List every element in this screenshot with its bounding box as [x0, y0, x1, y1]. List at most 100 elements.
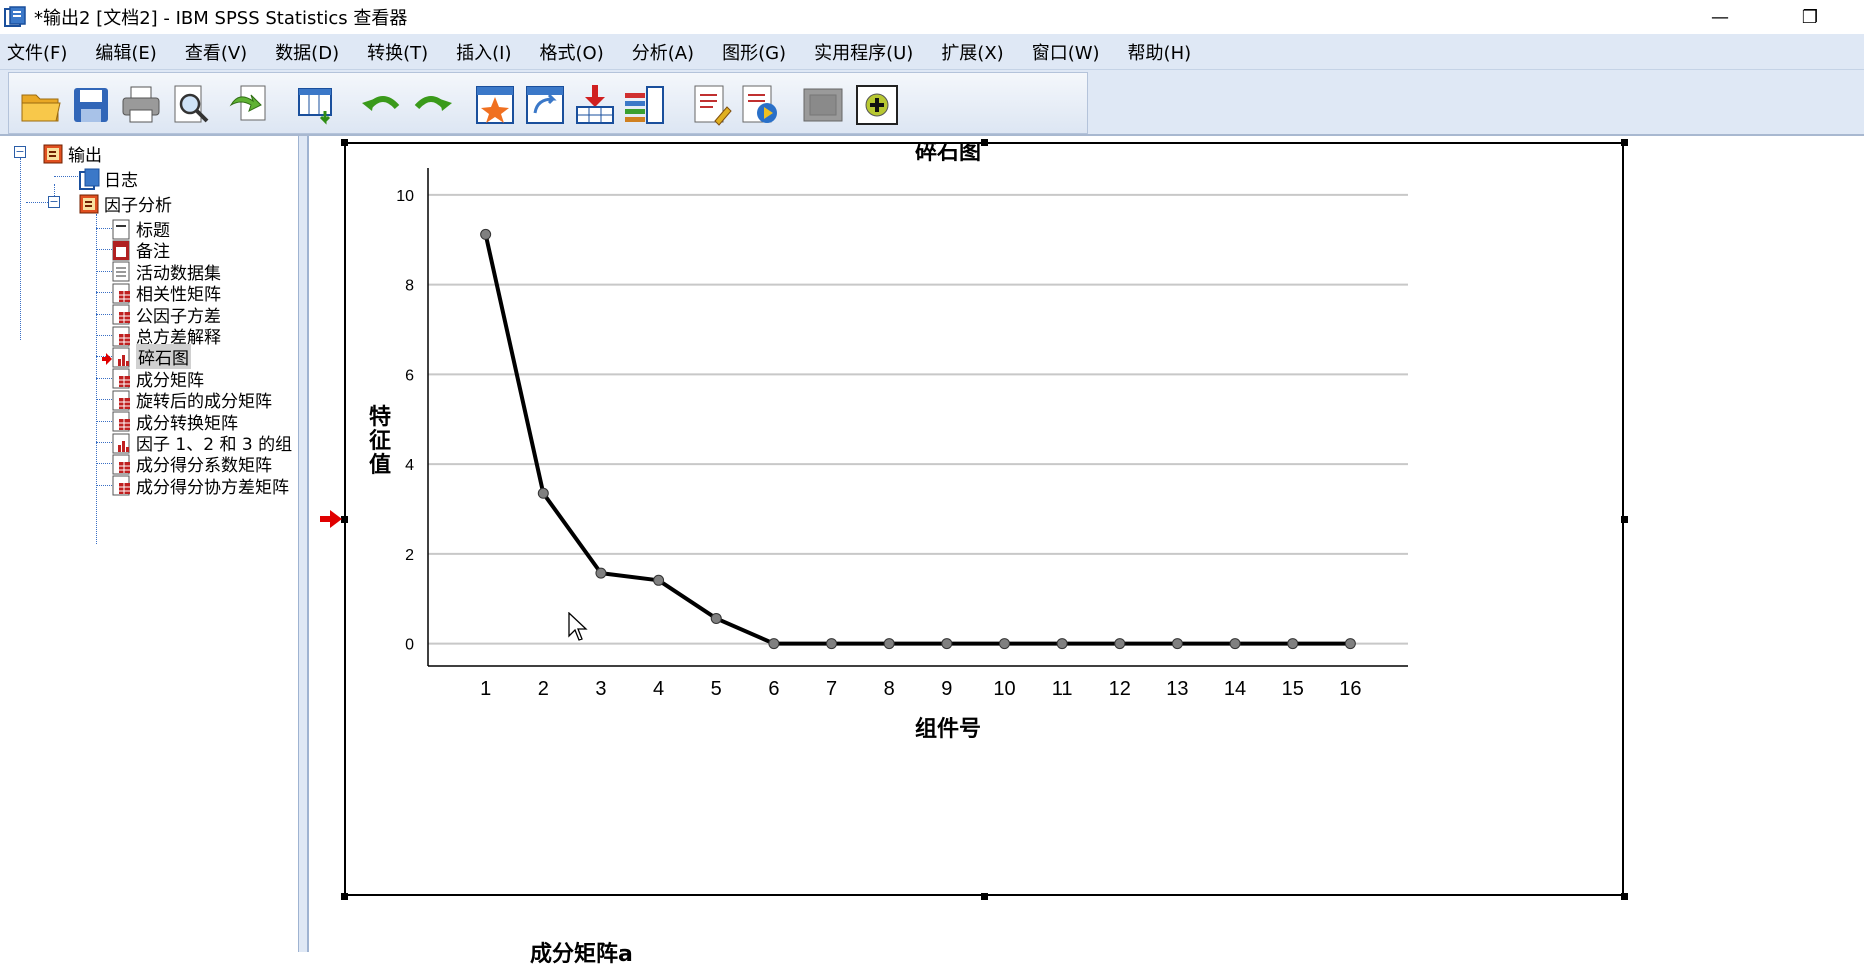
menu-item-3[interactable]: 数据(D)	[268, 39, 350, 65]
output-book-icon	[42, 143, 64, 165]
data-point	[998, 638, 1010, 650]
resize-handle[interactable]	[1621, 516, 1628, 523]
chart-item-icon	[110, 432, 132, 454]
outline-pane[interactable]: − − 输出 日志 因子分析 标题 备注 活动数据集 相关性矩阵 公因子方差 总方差解释碎…	[0, 136, 300, 952]
y-tick-label: 8	[405, 278, 414, 295]
redo-icon[interactable]	[411, 83, 455, 127]
resize-handle[interactable]	[341, 139, 348, 146]
notes-item-icon	[110, 239, 132, 261]
group-book-icon	[78, 193, 100, 215]
goto-case-icon[interactable]	[473, 83, 517, 127]
table-item-icon	[110, 474, 132, 496]
menu-item-12[interactable]: 帮助(H)	[1121, 39, 1203, 65]
x-tick-label: 4	[653, 678, 664, 700]
data-point	[1056, 638, 1068, 650]
log-icon	[78, 168, 100, 190]
menu-bar: 文件(F) 编辑(E) 查看(V) 数据(D) 转换(T) 插入(I) 格式(O) 分析(A)…	[0, 34, 1864, 70]
data-point	[480, 228, 492, 240]
x-tick-label: 14	[1224, 678, 1246, 700]
menu-item-1[interactable]: 编辑(E)	[88, 39, 167, 65]
menu-item-4[interactable]: 转换(T)	[360, 39, 439, 65]
restore-button[interactable]: ❐	[1780, 0, 1840, 34]
next-table-title: 成分矩阵a	[530, 942, 633, 967]
chart-frame[interactable]: 碎石图 0 2 4 6 8 10 1 2 3 4 5 6 7 8 9 10 11 12 13 14 15 16 组件号特征值	[344, 142, 1624, 896]
collapse-root-icon[interactable]: −	[14, 146, 26, 158]
resize-handle[interactable]	[981, 139, 988, 146]
menu-item-11[interactable]: 窗口(W)	[1025, 39, 1111, 65]
x-tick-label: 2	[538, 678, 549, 700]
series-line	[483, 233, 1351, 646]
print-preview-icon[interactable]	[169, 83, 213, 127]
x-tick-label: 13	[1166, 678, 1188, 700]
tree-item-12[interactable]: 成分得分协方差矩阵	[110, 473, 289, 498]
resize-handle[interactable]	[1621, 893, 1628, 900]
spss-app-icon	[4, 6, 26, 28]
data-point	[1114, 638, 1126, 650]
hide-icon[interactable]	[801, 83, 845, 127]
data-point	[883, 638, 895, 650]
data-point	[595, 567, 607, 579]
data-point	[768, 638, 780, 650]
table-item-icon	[110, 303, 132, 325]
insert-cases-icon[interactable]	[573, 83, 617, 127]
undo-icon[interactable]	[359, 83, 403, 127]
goto-variable-icon[interactable]	[523, 83, 567, 127]
y-tick-label: 10	[396, 188, 414, 205]
table-item-icon	[110, 325, 132, 347]
table-item-icon	[110, 410, 132, 432]
menu-item-6[interactable]: 格式(O)	[533, 39, 615, 65]
tree-item-log[interactable]: 日志	[78, 166, 138, 191]
table-item-icon	[110, 282, 132, 304]
menu-item-7[interactable]: 分析(A)	[625, 39, 705, 65]
insert-text-icon[interactable]	[689, 83, 733, 127]
export-icon[interactable]	[227, 83, 271, 127]
table-item-icon	[110, 389, 132, 411]
y-tick-label: 4	[405, 457, 414, 474]
data-point	[1344, 638, 1356, 650]
title-item-icon	[110, 218, 132, 240]
y-tick-label: 6	[405, 367, 414, 384]
variables-icon[interactable]	[623, 83, 667, 127]
scree-plot: 碎石图02468101 2 3 4 5 6 7 8 9 10 11 12 13 14 15 16组件号特征值	[369, 144, 1408, 742]
open-folder-icon[interactable]	[19, 83, 63, 127]
tree-item-output[interactable]: 输出	[42, 141, 102, 166]
data-point	[1287, 638, 1299, 650]
print-icon[interactable]	[119, 83, 163, 127]
x-tick-label: 12	[1109, 678, 1131, 700]
menu-item-5[interactable]: 插入(I)	[449, 39, 522, 65]
pane-splitter[interactable]	[298, 136, 308, 952]
data-point	[1171, 638, 1183, 650]
x-tick-label: 1	[480, 678, 491, 700]
table-item-icon	[110, 367, 132, 389]
x-axis-label: 组件号	[915, 716, 981, 742]
data-point	[941, 638, 953, 650]
tree-item-factor-analysis[interactable]: 因子分析	[78, 191, 172, 216]
collapse-group-icon[interactable]: −	[48, 196, 60, 208]
dataset-item-icon	[110, 260, 132, 282]
save-icon[interactable]	[69, 83, 113, 127]
resize-handle[interactable]	[981, 893, 988, 900]
menu-item-10[interactable]: 扩展(X)	[934, 39, 1014, 65]
goto-data-icon[interactable]	[295, 83, 339, 127]
resize-handle[interactable]	[341, 516, 348, 523]
toolbar	[0, 70, 1864, 136]
show-icon[interactable]	[855, 83, 899, 127]
data-point	[710, 612, 722, 624]
menu-item-0[interactable]: 文件(F)	[0, 39, 78, 65]
tree-item-label: 成分得分协方差矩阵	[136, 477, 289, 498]
insert-script-icon[interactable]	[737, 83, 781, 127]
x-tick-label: 11	[1052, 678, 1073, 700]
x-tick-label: 6	[768, 678, 779, 700]
resize-handle[interactable]	[1621, 139, 1628, 146]
menu-item-2[interactable]: 查看(V)	[178, 39, 258, 65]
x-tick-label: 5	[711, 678, 722, 700]
menu-item-8[interactable]: 图形(G)	[715, 39, 797, 65]
toolbar-strip	[8, 72, 1088, 134]
tree-connector	[20, 158, 21, 340]
data-point	[1229, 638, 1241, 650]
resize-handle[interactable]	[341, 893, 348, 900]
y-axis-label-char: 征	[369, 428, 391, 454]
y-axis-label-char: 特	[369, 404, 391, 430]
menu-item-9[interactable]: 实用程序(U)	[807, 39, 924, 65]
minimize-button[interactable]: —	[1690, 0, 1750, 34]
